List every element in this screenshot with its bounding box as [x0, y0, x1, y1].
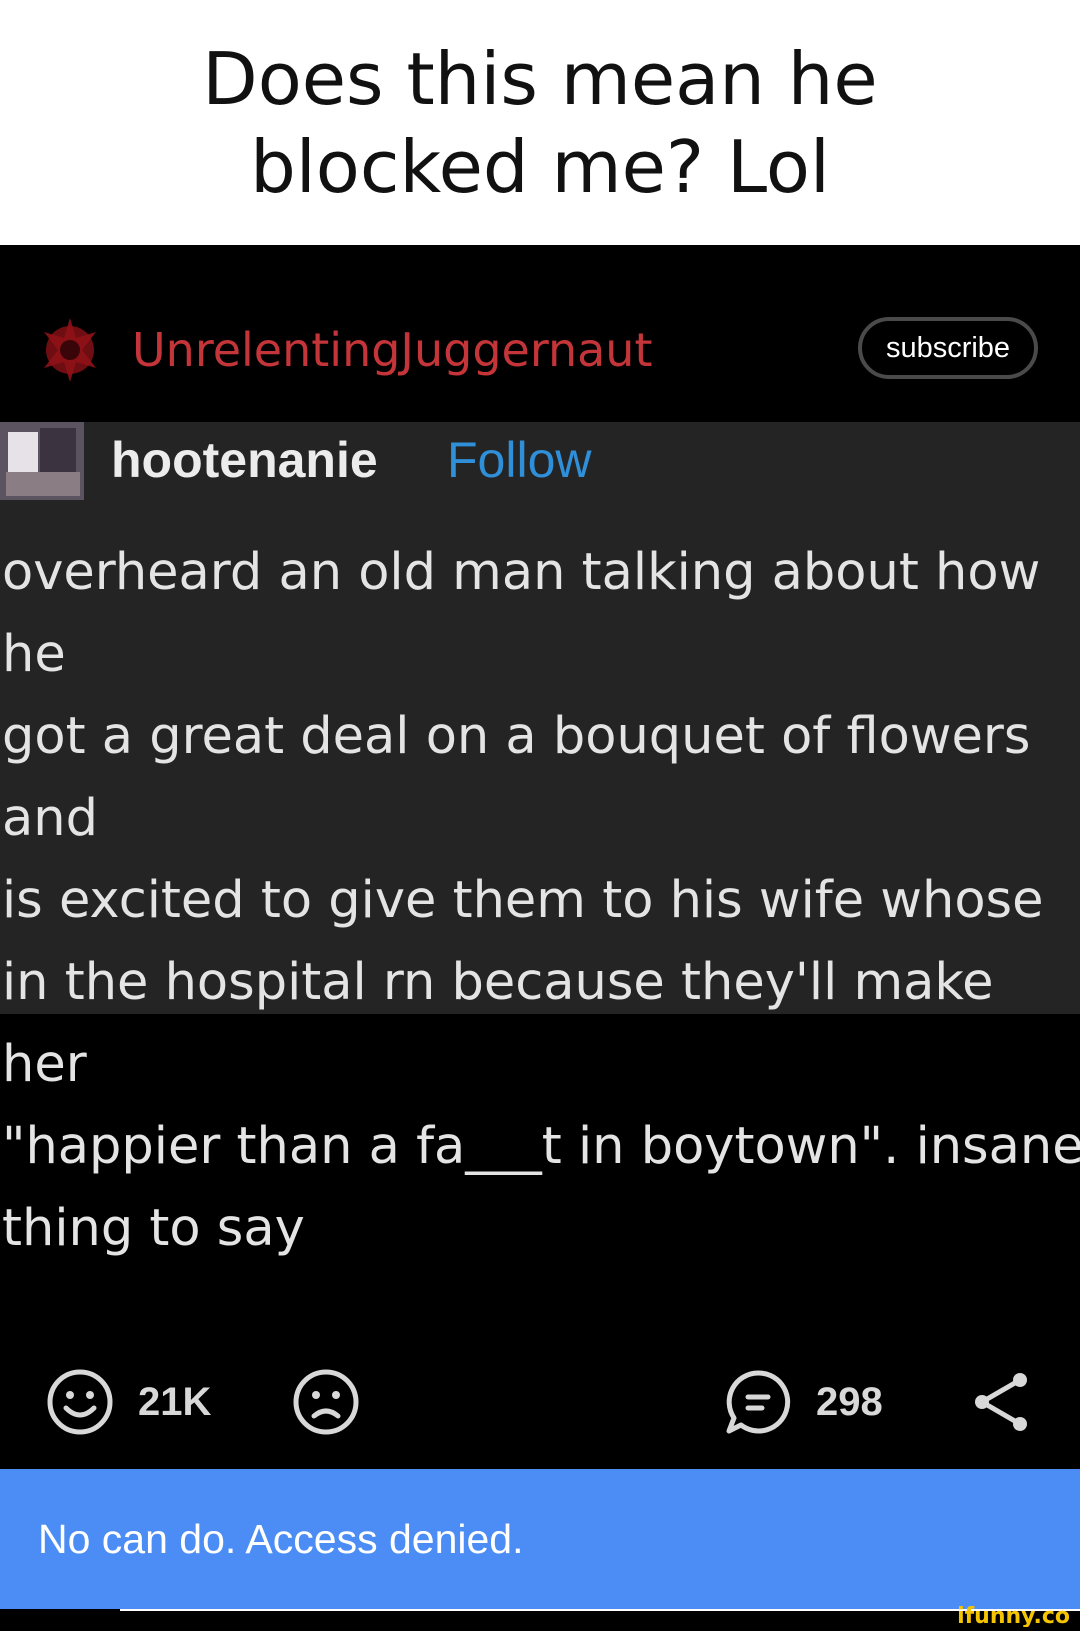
- svg-text:ifunny.co: ifunny.co: [957, 1604, 1070, 1627]
- author-avatar[interactable]: [38, 312, 102, 388]
- post-user-avatar: [0, 422, 84, 500]
- share-icon[interactable]: [968, 1368, 1036, 1436]
- meme-caption: Does this mean he blocked me? Lol: [0, 0, 1080, 245]
- comment-icon[interactable]: [724, 1368, 792, 1436]
- comment-count: 298: [816, 1380, 883, 1424]
- post-username: hootenanie: [111, 432, 378, 488]
- access-denied-toast: No can do. Access denied.: [0, 1469, 1080, 1609]
- smile-icon[interactable]: [46, 1368, 114, 1436]
- subscribe-button[interactable]: subscribe: [858, 317, 1038, 379]
- toast-message: No can do. Access denied.: [38, 1516, 524, 1562]
- smile-count: 21K: [138, 1380, 212, 1424]
- author-name[interactable]: UnrelentingJuggernaut: [132, 322, 653, 378]
- ifunny-watermark: ifunny.co: [957, 1604, 1070, 1627]
- post-author-row: UnrelentingJuggernaut subscribe: [0, 300, 1080, 400]
- toast-divider: [120, 1609, 1080, 1611]
- follow-link: Follow: [447, 432, 592, 488]
- action-bar: 21K 298: [0, 1362, 1080, 1446]
- post-text: overheard an old man talking about how h…: [2, 543, 1080, 1258]
- frown-icon[interactable]: [292, 1368, 360, 1436]
- caption-text: Does this mean he blocked me? Lol: [202, 36, 878, 209]
- post-image: hootenanie Follow overheard an old man t…: [0, 422, 1080, 1258]
